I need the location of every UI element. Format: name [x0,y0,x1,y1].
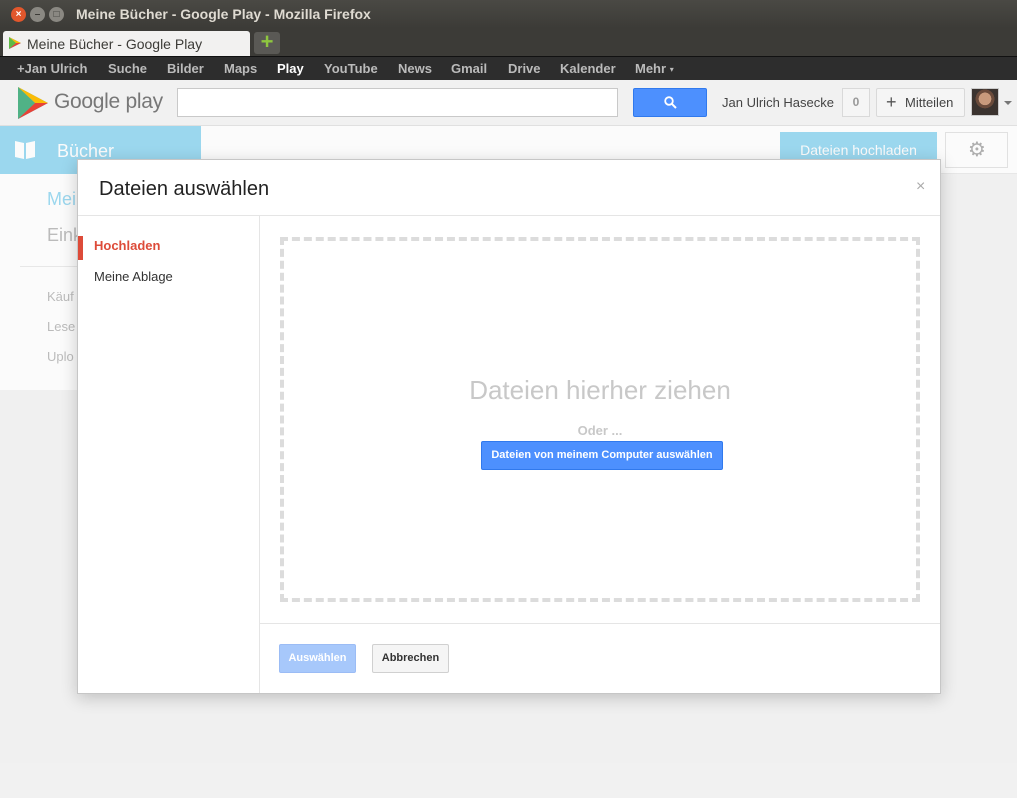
drop-zone-or: Oder ... [577,423,623,438]
account-name[interactable]: Jan Ulrich Hasecke [722,95,834,110]
window-minimize-button[interactable]: – [30,7,45,22]
gbar-item-bilder[interactable]: Bilder [167,61,204,76]
browser-tab[interactable]: Meine Bücher - Google Play [3,31,250,56]
dialog-header-divider [78,215,940,216]
gbar-item-drive[interactable]: Drive [508,61,541,76]
new-tab-button[interactable]: + [254,31,280,54]
window-maximize-button[interactable]: □ [49,7,64,22]
plus-icon: + [886,92,897,112]
dialog-footer-divider [259,623,940,624]
nav-active-indicator [78,236,83,260]
google-play-logo-icon[interactable] [16,86,50,120]
select-button[interactable]: Auswählen [279,644,356,673]
search-button[interactable] [633,88,707,117]
browser-tab-label: Meine Bücher - Google Play [27,36,203,52]
gbar-mehr-label: Mehr [635,61,667,76]
dialog-nav-divider [259,216,260,693]
search-icon [664,96,677,109]
search-input[interactable] [177,88,618,117]
gbar-item-news[interactable]: News [398,61,432,76]
google-play-favicon-icon [9,37,21,49]
gbar-item-kalender[interactable]: Kalender [560,61,616,76]
window-title: Meine Bücher - Google Play - Mozilla Fir… [76,6,371,22]
gbar-item-youtube[interactable]: YouTube [324,61,378,76]
play-header: Google play Jan Ulrich Hasecke 0 + Mitte… [0,80,1017,126]
gbar-item-suche[interactable]: Suche [108,61,147,76]
nav-item-upload[interactable]: Hochladen [94,238,160,253]
close-icon[interactable]: × [916,178,925,196]
google-play-logo-text: Google play [54,90,163,113]
drop-zone-title: Dateien hierher ziehen [469,375,731,405]
share-button-label: Mitteilen [905,95,954,110]
cancel-button[interactable]: Abbrechen [372,644,449,673]
gbar-item-gmail[interactable]: Gmail [451,61,487,76]
gbar-item-maps[interactable]: Maps [224,61,257,76]
share-button[interactable]: + Mitteilen [876,88,965,117]
file-picker-dialog: Dateien auswählen × Hochladen Meine Abla… [77,159,941,694]
file-drop-zone[interactable]: Dateien hierher ziehen Oder ... Dateien … [280,237,920,602]
account-menu-chevron-icon[interactable] [1004,101,1012,105]
nav-item-my-drive[interactable]: Meine Ablage [94,269,173,284]
gbar-item-play[interactable]: Play [277,61,304,76]
google-bar: +Jan Ulrich Suche Bilder Maps Play YouTu… [0,56,1017,80]
window-close-button[interactable]: × [11,7,26,22]
chevron-down-icon: ▾ [669,65,674,75]
gbar-item-profile[interactable]: +Jan Ulrich [17,61,87,76]
avatar[interactable] [971,88,999,116]
window-titlebar: × – □ Meine Bücher - Google Play - Mozil… [0,0,1017,28]
gbar-item-mehr[interactable]: Mehr ▾ [635,61,674,76]
notification-count[interactable]: 0 [842,88,870,117]
browser-tabstrip: Meine Bücher - Google Play + [0,28,1017,56]
dialog-title: Dateien auswählen [99,178,270,200]
choose-from-computer-button[interactable]: Dateien von meinem Computer auswählen [481,441,723,470]
